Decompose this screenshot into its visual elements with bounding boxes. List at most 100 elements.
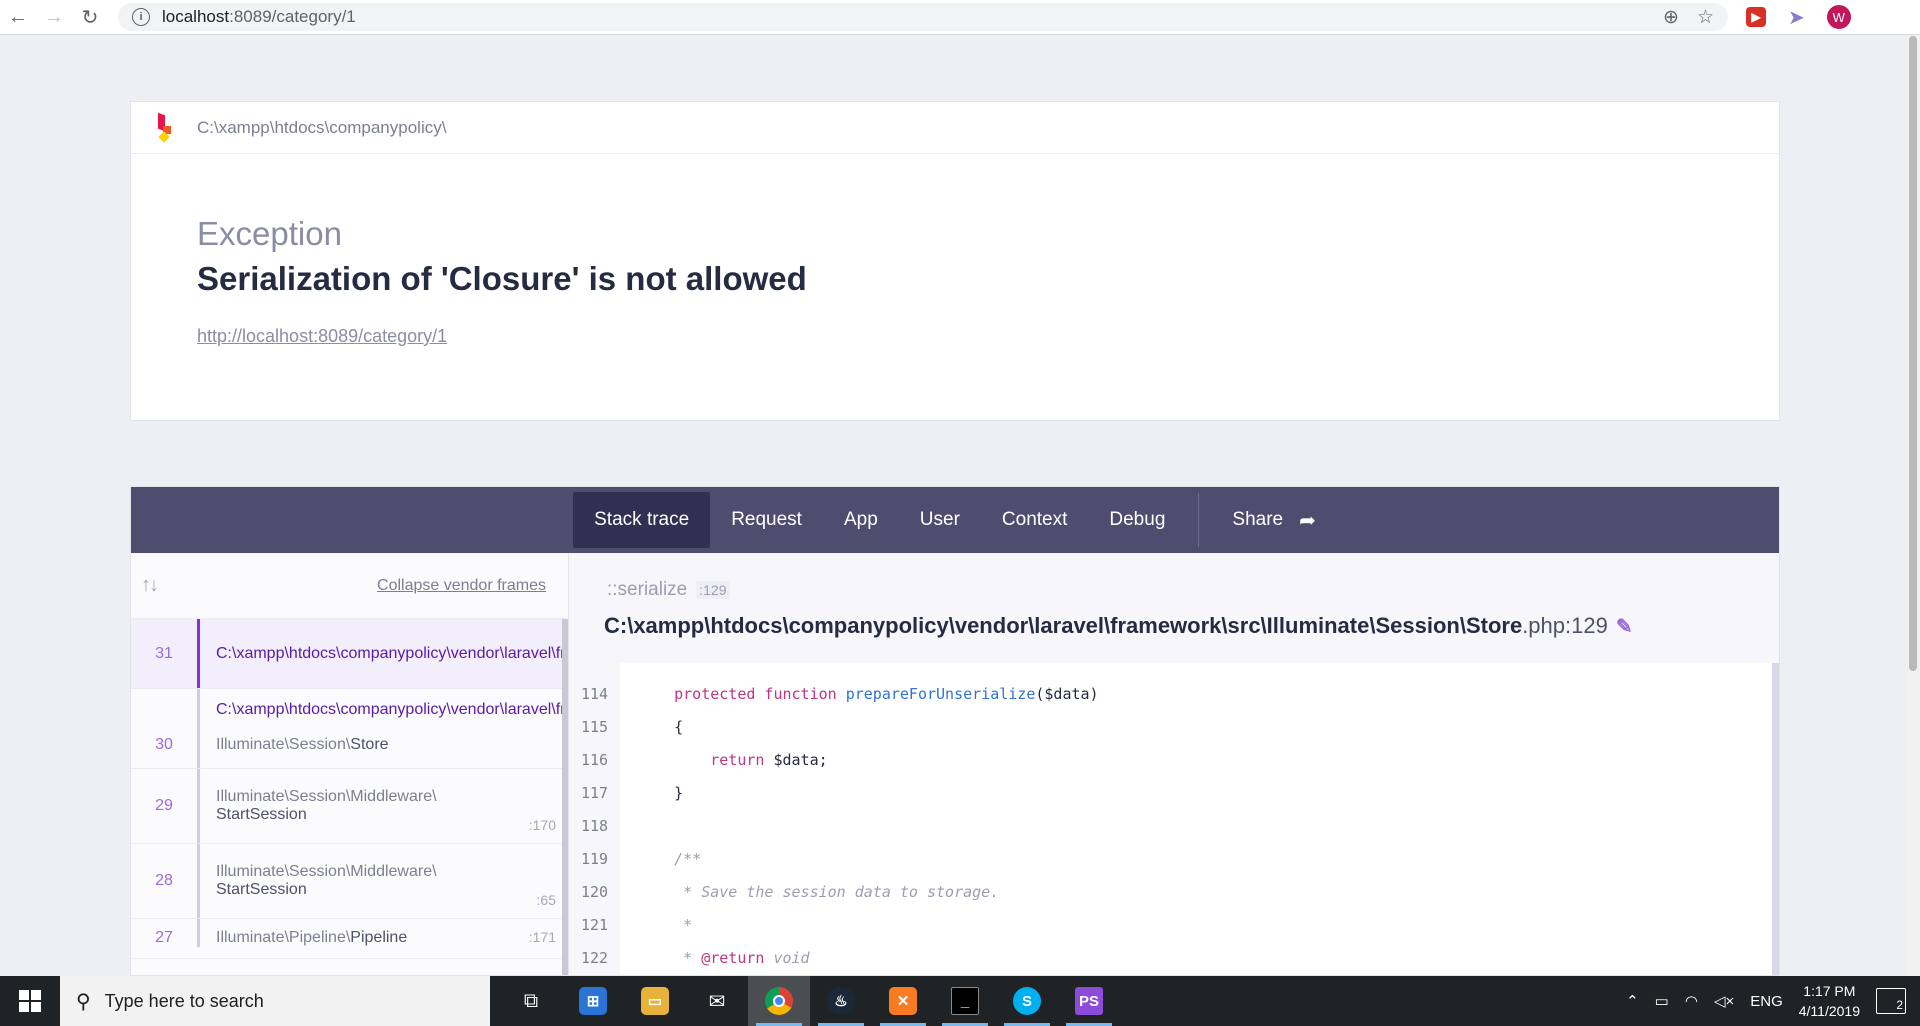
steam-icon[interactable]: ♨ [810, 976, 872, 1026]
chrome-icon[interactable] [748, 976, 810, 1026]
page-scrollbar[interactable] [1906, 36, 1920, 976]
collapse-vendor-frames-link[interactable]: Collapse vendor frames [377, 577, 546, 595]
address-url[interactable]: localhost:8089/category/1 [162, 7, 356, 27]
profile-avatar[interactable]: W [1826, 5, 1851, 29]
tab-debug[interactable]: Debug [1088, 492, 1186, 548]
share-label: Share [1232, 509, 1284, 530]
frame-row[interactable]: 29 Illuminate\Session\Middleware\ StartSe… [131, 769, 568, 844]
line-number[interactable]: 118 [569, 817, 620, 850]
code-file: C:\xampp\htdocs\companypolicy\vendor\lar… [604, 613, 1523, 638]
share-arrow-icon: ➦ [1299, 509, 1316, 532]
frame-file: C:\xampp\htdocs\companypolicy\vendor\lar… [216, 644, 568, 662]
code-block: 114 115 116 117 118 119 120 121 122 prot… [569, 663, 1779, 975]
code-comment: * [674, 916, 693, 934]
task-view-icon[interactable]: ⧉ [500, 976, 562, 1026]
code-line: * @return void [620, 949, 1772, 975]
taskbar: ⚲ Type here to search ⧉ ⊞ ▭ ✉ ♨ ✕ _ S PS… [0, 976, 1920, 1026]
tab-stack-trace[interactable]: Stack trace [573, 492, 711, 548]
up-down-arrows-icon[interactable]: ↑↓ [141, 574, 159, 597]
wifi-icon[interactable]: ◠ [1685, 992, 1698, 1010]
line-number[interactable]: 119 [569, 850, 620, 883]
volume-muted-icon[interactable]: ◁× [1714, 992, 1734, 1010]
frame-namespace: Illuminate\Session\Middleware\ [216, 788, 437, 805]
clock-date: 4/11/2019 [1798, 1003, 1860, 1019]
frame-number: 30 [155, 736, 173, 753]
function-name: ::serialize:129 [604, 579, 1779, 601]
code-text: { [674, 718, 684, 736]
notification-count: 2 [1896, 998, 1903, 1012]
line-number[interactable]: 121 [569, 916, 620, 949]
terminal-icon[interactable]: _ [934, 976, 996, 1026]
tab-app[interactable]: App [823, 492, 899, 548]
file-explorer-icon[interactable]: ▭ [624, 976, 686, 1026]
line-number[interactable]: 117 [569, 784, 620, 817]
line-number[interactable]: 114 [569, 685, 620, 718]
tab-request[interactable]: Request [710, 492, 823, 548]
store-icon[interactable]: ⊞ [562, 976, 624, 1026]
frame-class-text: StartSession [216, 806, 307, 823]
code-line: * [620, 916, 1772, 949]
code-line: } [620, 784, 1772, 817]
start-button[interactable] [0, 976, 60, 1026]
share-button[interactable]: Share ➦ [1211, 492, 1336, 548]
show-hidden-icons-icon[interactable]: ⌃ [1626, 992, 1639, 1010]
code-doc-tag: @return [701, 949, 765, 967]
code-file-path: C:\xampp\htdocs\companypolicy\vendor\lar… [604, 613, 1779, 639]
frame-row[interactable]: 30 C:\xampp\htdocs\companypolicy\vendor\… [131, 689, 568, 769]
code-line: protected function prepareForUnserialize… [620, 685, 1772, 718]
code-lines: protected function prepareForUnserialize… [620, 663, 1779, 975]
frame-row[interactable]: 31 C:\xampp\htdocs\companypolicy\vendor\… [131, 619, 568, 689]
frame-class-name: StartSession [216, 881, 568, 899]
back-icon[interactable]: ← [0, 2, 36, 32]
address-bar[interactable]: i localhost:8089/category/1 ⊕ ☆ [118, 3, 1728, 31]
skype-icon[interactable]: S [996, 976, 1058, 1026]
language-indicator[interactable]: ENG [1750, 993, 1783, 1010]
system-tray: ⌃ ▭ ◠ ◁× ENG 1:17 PM 4/11/2019 2 [1626, 976, 1920, 1026]
extension-red-icon[interactable]: ▶ [1746, 7, 1766, 27]
line-number[interactable]: 120 [569, 883, 620, 916]
tab-user[interactable]: User [899, 492, 981, 548]
line-number[interactable]: 115 [569, 718, 620, 751]
function-label: ::serialize [607, 579, 688, 600]
zoom-icon[interactable]: ⊕ [1663, 6, 1679, 29]
edit-pencil-icon[interactable]: ✎ [1616, 616, 1633, 638]
frame-class: Illuminate\Session\Store [216, 736, 568, 754]
frame-class: Illuminate\Pipeline\Pipeline [216, 929, 568, 947]
notification-center-icon[interactable]: 2 [1876, 988, 1906, 1014]
page-scrollbar-thumb[interactable] [1909, 36, 1917, 671]
tab-bar: Stack trace Request App User Context Deb… [131, 487, 1779, 553]
clock[interactable]: 1:17 PM 4/11/2019 [1799, 981, 1860, 1021]
frame-number: 27 [155, 929, 173, 946]
frame-row[interactable]: 28 Illuminate\Session\Middleware\ StartSe… [131, 844, 568, 919]
line-number[interactable]: 116 [569, 751, 620, 784]
forward-icon[interactable]: → [36, 2, 72, 32]
url-host: localhost [162, 7, 230, 26]
frame-number: 29 [155, 797, 173, 814]
frames-scrollbar[interactable] [562, 619, 568, 975]
frames-list: ↑↓ Collapse vendor frames 31 C:\xampp\ht… [131, 553, 569, 975]
trace-panel: Stack trace Request App User Context Deb… [130, 486, 1780, 976]
xampp-icon[interactable]: ✕ [872, 976, 934, 1026]
frame-namespace: Illuminate\Session\Middleware\ [216, 863, 437, 880]
frame-row[interactable]: 27 Illuminate\Pipeline\Pipeline :171 [131, 919, 568, 959]
line-number[interactable]: 122 [569, 949, 620, 975]
code-comment: /** [674, 850, 702, 868]
extension-send-icon[interactable]: ➤ [1788, 5, 1805, 30]
exception-url-link[interactable]: http://localhost:8089/category/1 [197, 326, 447, 347]
tab-context[interactable]: Context [981, 492, 1088, 548]
code-keyword: return [710, 751, 765, 769]
code-line: { [620, 718, 1772, 751]
battery-icon[interactable]: ▭ [1655, 992, 1669, 1010]
bookmark-star-icon[interactable]: ☆ [1697, 6, 1714, 29]
phpstorm-icon[interactable]: PS [1058, 976, 1120, 1026]
site-info-icon[interactable]: i [132, 8, 150, 26]
code-comment: void [764, 949, 810, 967]
clock-time: 1:17 PM [1803, 983, 1856, 999]
mail-icon[interactable]: ✉ [686, 976, 748, 1026]
card-header: C:\xampp\htdocs\companypolicy\ [131, 102, 1779, 154]
taskbar-search-box[interactable]: ⚲ Type here to search [60, 976, 490, 1026]
exception-type: Exception [197, 215, 342, 252]
tab-divider [1198, 493, 1200, 547]
reload-icon[interactable]: ↻ [72, 2, 108, 32]
